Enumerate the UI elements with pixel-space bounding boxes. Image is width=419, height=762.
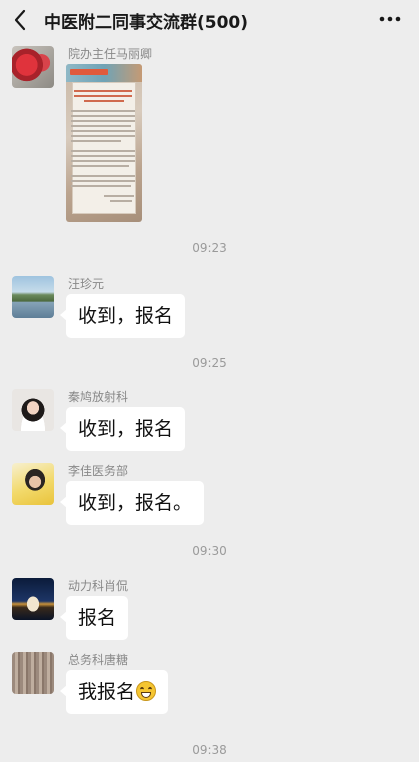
sender-name: 秦鸠放射科	[68, 390, 129, 404]
avatar[interactable]	[12, 463, 54, 505]
message-bubble[interactable]: 我报名	[59, 670, 169, 714]
sender-name: 总务科唐糖	[68, 653, 129, 667]
chat-title: 中医附二同事交流群(500)	[44, 13, 249, 33]
sender-name: 院办主任马丽卿	[68, 47, 153, 61]
timestamp: 09:25	[192, 356, 227, 370]
more-options-icon[interactable]	[375, 6, 405, 32]
message-text: 我报名	[78, 681, 136, 703]
avatar[interactable]	[12, 652, 54, 694]
grinning-emoji-icon	[136, 681, 157, 701]
message-bubble[interactable]: 收到，报名	[59, 407, 186, 451]
message-bubble[interactable]: 报名	[59, 596, 129, 640]
message-bubble[interactable]: 收到，报名。	[59, 481, 205, 525]
back-icon[interactable]	[10, 7, 32, 33]
sender-name: 李佳医务部	[68, 464, 129, 478]
avatar[interactable]	[12, 276, 54, 318]
avatar[interactable]	[12, 389, 54, 431]
timestamp: 09:38	[192, 743, 227, 757]
document-image[interactable]	[66, 64, 142, 222]
timestamp: 09:23	[192, 241, 227, 255]
sender-name: 动力科肖侃	[68, 579, 129, 593]
timestamp: 09:30	[192, 544, 227, 558]
avatar[interactable]	[12, 46, 54, 88]
avatar[interactable]	[12, 578, 54, 620]
chat-header: 中医附二同事交流群(500)	[0, 0, 419, 40]
sender-name: 汪珍元	[68, 277, 105, 291]
message-bubble[interactable]: 收到，报名	[59, 294, 186, 338]
